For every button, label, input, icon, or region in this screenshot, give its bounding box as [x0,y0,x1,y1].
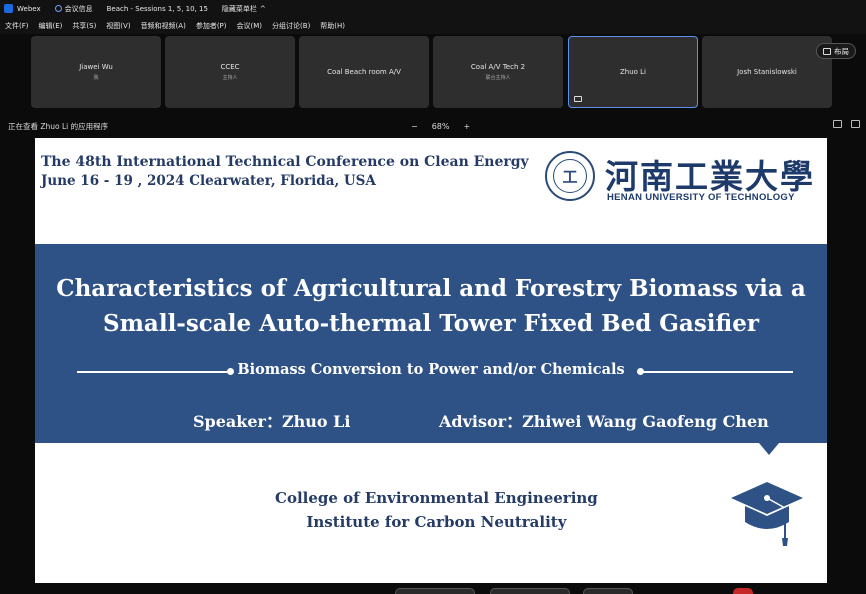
layout-label: 布局 [834,46,849,56]
university-name-en: HENAN UNIVERSITY OF TECHNOLOGY [607,192,795,203]
menu-help[interactable]: 帮助(H) [320,21,345,31]
hide-menu-button[interactable]: 隐藏菜单栏 ^ [222,4,266,14]
leave-meeting-button[interactable] [733,588,753,594]
participant-role: 主持人 [222,75,238,81]
zoom-out-button[interactable]: − [411,122,418,131]
menu-edit[interactable]: 编辑(E) [39,21,63,31]
participant-tile[interactable]: Josh Stanislowski [702,36,832,108]
title-banner: Characteristics of Agricultural and Fore… [35,244,827,443]
participant-name: CCEC [220,63,240,71]
webex-logo-icon [4,4,13,13]
bottom-control-pill[interactable] [395,588,475,594]
participant-tile[interactable]: Jiawei Wu 我 [31,36,161,108]
conference-line-2: June 16 - 19 , 2024 Clearwater, Florida,… [41,173,376,189]
participant-name: Jiawei Wu [79,63,113,71]
slide-title: Characteristics of Agricultural and Fore… [35,271,827,341]
participant-name: Coal Beach room A/V [327,68,401,76]
advisor-text: Advisor：Zhiwei Wang Gaofeng Chen [439,412,769,431]
layout-button[interactable]: 布局 [816,43,856,59]
session-title: Beach - Sessions 1, 5, 10, 15 [106,4,208,13]
divider-line-right [643,371,793,373]
seal-char: 工 [553,159,587,193]
view-controls [824,120,860,128]
app-name: Webex [17,4,41,13]
meeting-info-button[interactable]: 会议信息 [54,4,93,14]
slide-title-line-2: Small-scale Auto-thermal Tower Fixed Bed… [102,310,759,337]
info-icon [54,5,62,12]
chevron-up-icon: ^ [259,4,266,13]
university-name-cn: 河南工業大學 [605,157,815,196]
college-info: College of Environmental Engineering Ins… [275,486,598,534]
menu-participants[interactable]: 参加者(P) [196,21,227,31]
participant-tile[interactable]: Coal A/V Tech 2 联合主持人 [433,36,563,108]
zoom-control: − 68% + [404,117,477,135]
participant-role: 联合主持人 [485,75,511,81]
menu-view[interactable]: 视图(V) [106,21,130,31]
conference-info: The 48th International Technical Confere… [41,154,529,189]
participants-strip: Jiawei Wu 我 CCEC 主持人 Coal Beach room A/V… [0,34,866,112]
participant-name: Coal A/V Tech 2 [470,63,526,71]
participant-role: 我 [93,75,99,81]
slide-subtitle: Biomass Conversion to Power and/or Chemi… [237,361,625,378]
zoom-level: 68% [431,121,450,131]
menu-audio-video[interactable]: 音频和视频(A) [141,21,186,31]
bottom-control-pill[interactable] [583,588,633,594]
hide-menu-label: 隐藏菜单栏 [221,4,257,13]
annotate-icon[interactable] [833,120,842,128]
participant-tile[interactable]: CCEC 主持人 [165,36,295,108]
participant-name: Zhuo Li [619,68,647,76]
speaker-text: Speaker：Zhuo Li [193,412,351,431]
university-seal-icon: 工 [545,151,595,201]
popout-icon[interactable] [851,120,860,128]
menu-meeting[interactable]: 会议(M) [237,21,263,31]
bottom-control-pill[interactable] [490,588,570,594]
participant-tile-active[interactable]: Zhuo Li [568,36,698,108]
menu-share[interactable]: 共享(S) [72,21,96,31]
banner-notch [759,443,779,455]
slide-title-line-1: Characteristics of Agricultural and Fore… [56,275,806,302]
participant-tile[interactable]: Coal Beach room A/V [299,36,429,108]
participant-name: Josh Stanislowski [737,68,797,76]
graduation-cap-icon [731,482,803,546]
title-bar: Webex 会议信息 Beach - Sessions 1, 5, 10, 15… [0,0,866,17]
college-line-2: Institute for Carbon Neutrality [306,513,567,531]
share-status-text: 正在查看 Zhuo Li 的应用程序 [8,121,109,131]
zoom-in-button[interactable]: + [463,122,470,131]
menu-bar: 文件(F) 编辑(E) 共享(S) 视图(V) 音频和视频(A) 参加者(P) … [0,17,866,34]
meeting-info-label: 会议信息 [64,4,93,13]
shared-slide: The 48th International Technical Confere… [35,138,827,583]
screen-share-icon [574,96,582,102]
menu-file[interactable]: 文件(F) [5,21,29,31]
college-line-1: College of Environmental Engineering [275,489,598,507]
layout-icon [823,47,831,55]
menu-breakout[interactable]: 分组讨论(B) [272,21,310,31]
conference-line-1: The 48th International Technical Confere… [41,154,529,170]
